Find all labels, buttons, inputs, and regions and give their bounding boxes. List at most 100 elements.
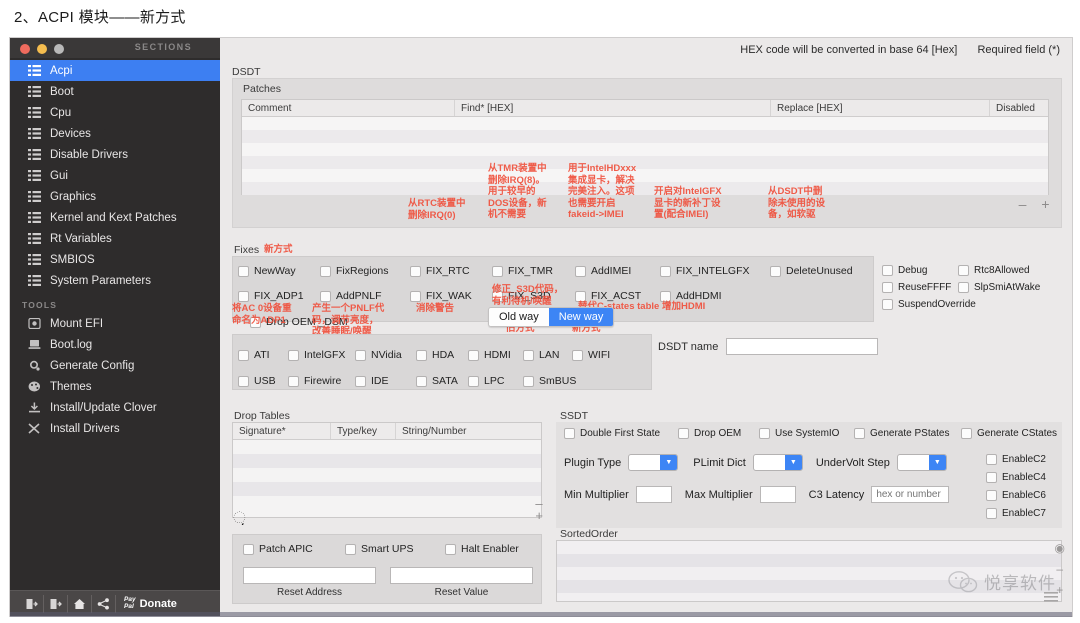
checkbox-smbus[interactable]: SmBUS [523, 375, 576, 387]
checkbox-box[interactable] [288, 375, 299, 387]
import-config-button[interactable] [20, 594, 44, 613]
checkbox-enablec4[interactable]: EnableC4 [986, 472, 1046, 483]
checkbox-box[interactable] [355, 375, 366, 387]
reset-value-input[interactable] [390, 567, 533, 584]
way-segmented-control[interactable]: Old way New way [488, 307, 615, 327]
checkbox-box[interactable] [320, 290, 331, 302]
checkbox-box[interactable] [355, 349, 366, 361]
checkbox-addpnlf[interactable]: AddPNLF [320, 290, 382, 302]
checkbox-box[interactable] [882, 299, 893, 310]
checkbox-usb[interactable]: USB [238, 375, 276, 387]
checkbox-box[interactable] [523, 375, 534, 387]
sidebar-item-graphics[interactable]: Graphics [10, 186, 220, 207]
checkbox-box[interactable] [660, 290, 671, 302]
sidebar-item-rt-variables[interactable]: Rt Variables [10, 228, 220, 249]
sidebar-item-kernel-and-kext-patches[interactable]: Kernel and Kext Patches [10, 207, 220, 228]
checkbox-box[interactable] [854, 428, 865, 439]
checkbox-box[interactable] [468, 349, 479, 361]
checkbox-box[interactable] [961, 428, 972, 439]
checkbox-drop-oem[interactable]: Drop OEM [678, 428, 741, 439]
checkbox-halt-enabler[interactable]: Halt Enabler [445, 543, 519, 555]
checkbox-wifi[interactable]: WIFI [572, 349, 610, 361]
table-row[interactable] [242, 143, 1048, 156]
checkbox-reuseffff[interactable]: ReuseFFFF [882, 282, 951, 293]
checkbox-generate-pstates[interactable]: Generate PStates [854, 428, 950, 439]
sidebar-item-install-update-clover[interactable]: Install/Update Clover [10, 397, 220, 418]
table-row[interactable] [233, 496, 541, 510]
drop-tables-panel[interactable]: Signature* Type/key String/Number ઼ – + [232, 422, 543, 527]
sidebar-item-gui[interactable]: Gui [10, 165, 220, 186]
checkbox-box[interactable] [572, 349, 583, 361]
remove-patch-button[interactable]: – [1017, 197, 1028, 211]
checkbox-ide[interactable]: IDE [355, 375, 389, 387]
checkbox-box[interactable] [410, 265, 421, 277]
minimize-button[interactable] [37, 44, 47, 54]
checkbox-fixregions[interactable]: FixRegions [320, 265, 389, 277]
table-row[interactable] [242, 117, 1048, 130]
table-row[interactable] [233, 454, 541, 468]
checkbox-debug[interactable]: Debug [882, 265, 927, 276]
checkbox-nvidia[interactable]: NVidia [355, 349, 402, 361]
checkbox-box[interactable] [238, 265, 249, 277]
checkbox-box[interactable] [564, 428, 575, 439]
checkbox-enablec7[interactable]: EnableC7 [986, 508, 1046, 519]
table-row[interactable] [233, 482, 541, 496]
sidebar-item-mount-efi[interactable]: Mount EFI [10, 313, 220, 334]
sidebar-item-smbios[interactable]: SMBIOS [10, 249, 220, 270]
list-item[interactable] [557, 554, 1061, 567]
checkbox-smart-ups[interactable]: Smart UPS [345, 543, 414, 555]
checkbox-box[interactable] [986, 508, 997, 519]
plimit-dict-select[interactable]: ▼ [752, 454, 803, 471]
checkbox-box[interactable] [345, 543, 356, 555]
checkbox-box[interactable] [660, 265, 671, 277]
home-button[interactable] [68, 594, 92, 613]
sidebar-item-system-parameters[interactable]: System Parameters [10, 270, 220, 291]
table-row[interactable] [242, 130, 1048, 143]
table-row[interactable] [242, 182, 1048, 195]
checkbox-addimei[interactable]: AddIMEI [575, 265, 631, 277]
share-button[interactable] [92, 594, 116, 613]
checkbox-ati[interactable]: ATI [238, 349, 270, 361]
table-row[interactable] [233, 440, 541, 454]
checkbox-box[interactable] [523, 349, 534, 361]
checkbox-box[interactable] [492, 265, 503, 277]
checkbox-box[interactable] [882, 265, 893, 276]
table-row[interactable] [242, 156, 1048, 169]
sidebar-item-install-drivers[interactable]: Install Drivers [10, 418, 220, 439]
sidebar-item-disable-drivers[interactable]: Disable Drivers [10, 144, 220, 165]
add-drop-table-button[interactable]: + [535, 509, 543, 522]
list-item[interactable] [557, 541, 1061, 554]
patches-table[interactable]: Comment Find* [HEX] Replace [HEX] Disabl… [241, 99, 1049, 195]
checkbox-generate-cstates[interactable]: Generate CStates [961, 428, 1057, 439]
checkbox-box[interactable] [320, 265, 331, 277]
c3-latency-input[interactable] [871, 486, 950, 503]
checkbox-box[interactable] [882, 282, 893, 293]
add-patch-button[interactable]: + [1040, 197, 1051, 211]
checkbox-box[interactable] [958, 282, 969, 293]
checkbox-box[interactable] [243, 543, 254, 555]
checkbox-deleteunused[interactable]: DeleteUnused [770, 265, 853, 277]
sidebar-item-boot-log[interactable]: Boot.log [10, 334, 220, 355]
sidebar-item-themes[interactable]: Themes [10, 376, 220, 397]
checkbox-box[interactable] [575, 290, 586, 302]
checkbox-hdmi[interactable]: HDMI [468, 349, 511, 361]
segment-old-way[interactable]: Old way [489, 308, 549, 326]
sidebar-item-devices[interactable]: Devices [10, 123, 220, 144]
checkbox-box[interactable] [986, 472, 997, 483]
checkbox-box[interactable] [468, 375, 479, 387]
checkbox-suspendoverride[interactable]: SuspendOverride [882, 299, 976, 310]
checkbox-box[interactable] [238, 375, 249, 387]
dsdt-name-input[interactable] [726, 338, 879, 355]
checkbox-fix-wak[interactable]: FIX_WAK [410, 290, 472, 302]
checkbox-double-first-state[interactable]: Double First State [564, 428, 660, 439]
checkbox-fix-adp1[interactable]: FIX_ADP1 [238, 290, 304, 302]
checkbox-box[interactable] [238, 349, 249, 361]
checkbox-hda[interactable]: HDA [416, 349, 454, 361]
checkbox-firewire[interactable]: Firewire [288, 375, 341, 387]
visibility-toggle-icon[interactable]: ◉ [1055, 542, 1065, 554]
checkbox-intelgfx[interactable]: IntelGFX [288, 349, 345, 361]
checkbox-box[interactable] [410, 290, 421, 302]
checkbox-box[interactable] [575, 265, 586, 277]
checkbox-box[interactable] [770, 265, 781, 277]
checkbox-enablec2[interactable]: EnableC2 [986, 454, 1046, 465]
